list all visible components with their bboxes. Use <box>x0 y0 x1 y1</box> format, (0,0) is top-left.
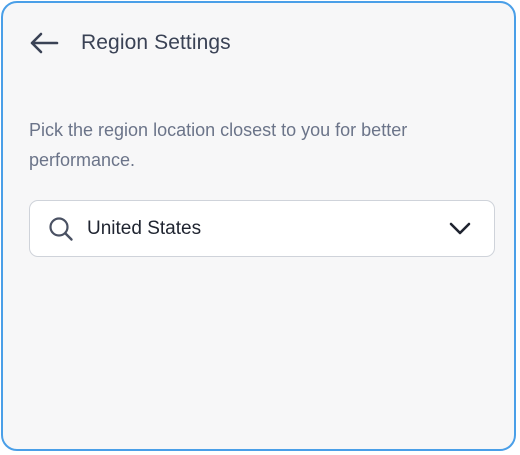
region-settings-panel: Region Settings Pick the region location… <box>1 1 516 451</box>
region-description: Pick the region location closest to you … <box>29 120 408 170</box>
chevron-down-icon[interactable] <box>448 217 472 241</box>
header: Region Settings <box>29 27 231 59</box>
region-select[interactable]: United States <box>29 200 495 257</box>
back-button[interactable] <box>29 27 61 59</box>
search-icon <box>48 216 74 242</box>
page-title: Region Settings <box>81 31 231 54</box>
region-select-value: United States <box>87 217 202 239</box>
arrow-left-icon <box>30 32 59 54</box>
